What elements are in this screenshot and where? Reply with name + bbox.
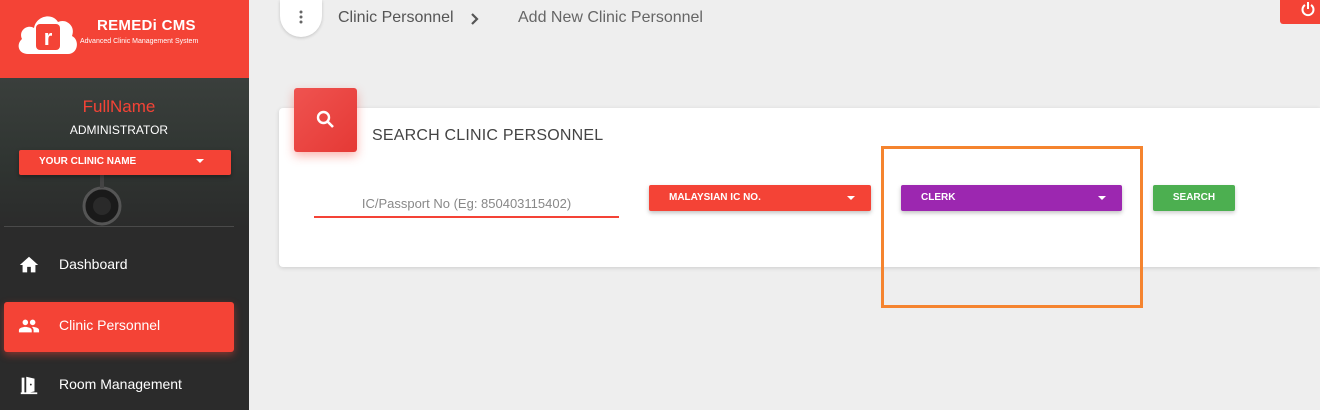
brand-subtitle: Advanced Clinic Management System bbox=[80, 38, 199, 45]
caret-down-icon bbox=[196, 159, 204, 163]
power-icon bbox=[1301, 2, 1315, 17]
sidebar-item-room-management[interactable]: Room Management bbox=[4, 361, 234, 410]
logout-button[interactable] bbox=[1280, 0, 1320, 24]
breadcrumb-clinic-personnel[interactable]: Clinic Personnel bbox=[338, 9, 454, 27]
clinic-select[interactable]: YOUR CLINIC NAME bbox=[19, 150, 231, 175]
sidebar-divider bbox=[4, 226, 234, 227]
caret-down-icon bbox=[847, 196, 855, 200]
svg-text:r: r bbox=[44, 25, 53, 50]
sidebar-item-label: Dashboard bbox=[59, 256, 128, 272]
sidebar-item-label: Clinic Personnel bbox=[59, 317, 161, 333]
user-fullname: FullName bbox=[82, 97, 156, 116]
sidebar-item-label: Room Management bbox=[59, 376, 182, 392]
cloud-logo-icon: r bbox=[18, 16, 77, 54]
menu-toggle-button[interactable] bbox=[280, 0, 322, 37]
logo-bar: r REMEDi CMS Advanced Clinic Management … bbox=[0, 0, 249, 78]
user-role: ADMINISTRATOR bbox=[69, 123, 169, 137]
id-type-select-label: MALAYSIAN IC NO. bbox=[669, 192, 761, 203]
card-header-icon bbox=[294, 88, 357, 152]
card-title: SEARCH CLINIC PERSONNEL bbox=[372, 127, 604, 144]
home-icon bbox=[19, 256, 39, 273]
id-type-select[interactable]: MALAYSIAN IC NO. bbox=[649, 185, 871, 211]
sidebar: r REMEDi CMS Advanced Clinic Management … bbox=[0, 0, 249, 410]
sidebar-item-clinic-personnel[interactable]: Clinic Personnel bbox=[4, 302, 234, 352]
people-icon bbox=[18, 319, 40, 333]
clinic-select-label: YOUR CLINIC NAME bbox=[39, 156, 137, 167]
search-icon bbox=[316, 110, 334, 128]
chevron-right-icon bbox=[471, 13, 479, 25]
search-button[interactable]: SEARCH bbox=[1153, 185, 1235, 211]
breadcrumb-add-new-clinic-personnel: Add New Clinic Personnel bbox=[518, 9, 703, 26]
sidebar-item-dashboard[interactable]: Dashboard bbox=[4, 241, 234, 291]
ic-passport-input[interactable] bbox=[314, 194, 619, 218]
door-icon bbox=[20, 376, 38, 395]
vertical-dots-icon bbox=[299, 10, 303, 24]
highlight-box bbox=[881, 146, 1143, 308]
brand-title: REMEDi CMS bbox=[97, 17, 196, 34]
